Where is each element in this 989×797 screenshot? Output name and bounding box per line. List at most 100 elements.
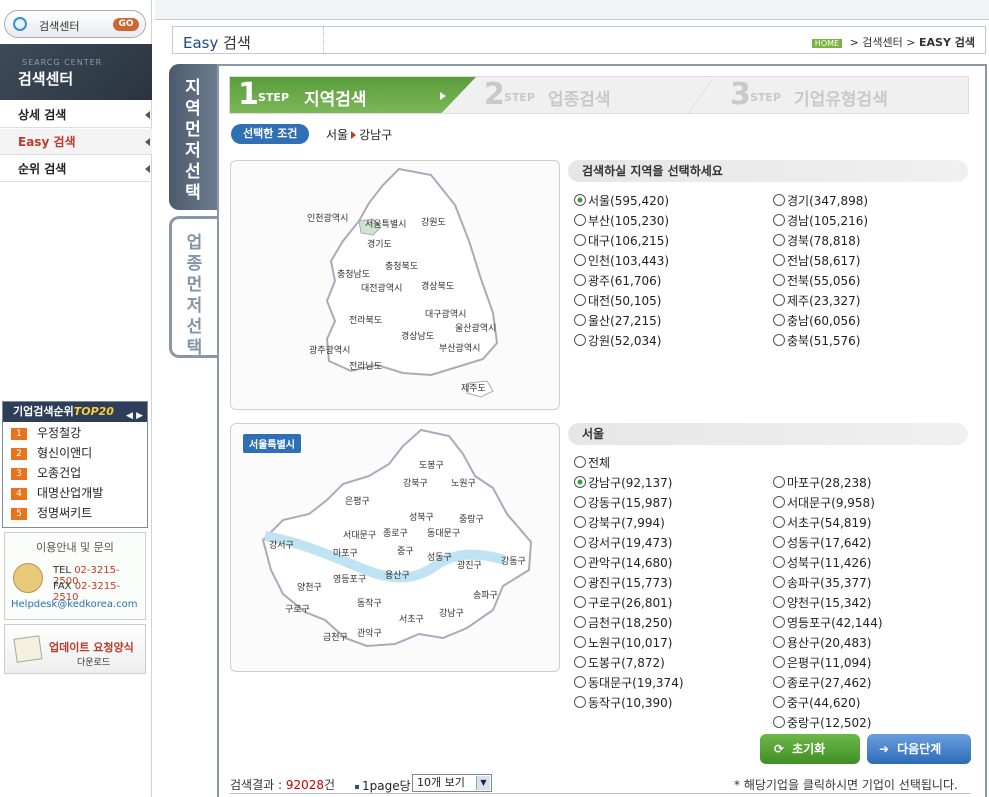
- map-label-jeju[interactable]: 제주도: [461, 381, 486, 394]
- search-center-button[interactable]: 검색센터 GO: [4, 10, 146, 38]
- map-label-seodaemun[interactable]: 서대문구: [343, 528, 376, 541]
- map-label-gangwon[interactable]: 강원도: [421, 215, 446, 228]
- map-label-mapo[interactable]: 마포구: [333, 546, 358, 559]
- district-radio[interactable]: 강북구(7,994): [574, 514, 665, 531]
- map-label-seocho[interactable]: 서초구: [399, 612, 424, 625]
- top20-item[interactable]: 2 형신이앤디: [11, 443, 92, 463]
- map-label-seongbuk[interactable]: 성북구: [409, 510, 434, 523]
- region-radio[interactable]: 강원(52,034): [574, 332, 661, 349]
- region-radio[interactable]: 충남(60,056): [773, 312, 860, 329]
- map-label-gyeonggi[interactable]: 경기도: [367, 237, 392, 250]
- map-label-chungbuk[interactable]: 충청북도: [385, 259, 418, 272]
- region-radio[interactable]: 대구(106,215): [574, 232, 669, 249]
- map-label-gwangjin[interactable]: 광진구: [457, 558, 482, 571]
- map-label-seoul[interactable]: 서울특별시: [365, 217, 406, 230]
- region-radio[interactable]: 경남(105,216): [773, 212, 868, 229]
- map-label-nowon[interactable]: 노원구: [451, 476, 476, 489]
- per-page-select[interactable]: 10개 보기 ▼: [412, 774, 492, 792]
- step-3[interactable]: 3 STEP 기업유형검색: [730, 77, 970, 113]
- step-2[interactable]: 2 STEP 업종검색: [484, 77, 684, 113]
- top20-item[interactable]: 1 우정철강: [11, 423, 81, 443]
- district-radio[interactable]: 동대문구(19,374): [574, 674, 684, 691]
- map-label-gwanak[interactable]: 관악구: [357, 626, 382, 639]
- region-radio[interactable]: 인천(103,443): [574, 252, 669, 269]
- district-radio[interactable]: 서초구(54,819): [773, 514, 871, 531]
- district-radio[interactable]: 도봉구(7,872): [574, 654, 665, 671]
- district-radio[interactable]: 광진구(15,773): [574, 574, 672, 591]
- district-radio[interactable]: 양천구(15,342): [773, 594, 871, 611]
- sidebar-item-rank-search[interactable]: 순위 검색: [0, 156, 152, 182]
- map-label-ulsan[interactable]: 울산광역시: [455, 321, 496, 334]
- district-radio[interactable]: 동작구(10,390): [574, 694, 672, 711]
- tab-region-first[interactable]: 지역먼저선택: [169, 64, 217, 210]
- district-radio[interactable]: 구로구(26,801): [574, 594, 672, 611]
- map-label-gangdong[interactable]: 강동구: [501, 554, 526, 567]
- region-radio[interactable]: 경기(347,898): [773, 192, 868, 209]
- map-label-seongdong[interactable]: 성동구: [427, 550, 452, 563]
- map-label-eunpyeong[interactable]: 은평구: [345, 494, 370, 507]
- helpdesk-email[interactable]: Helpdesk@kedkorea.com: [11, 599, 138, 610]
- district-radio[interactable]: 용산구(20,483): [773, 634, 871, 651]
- region-radio[interactable]: 광주(61,706): [574, 272, 661, 289]
- map-label-yongsan[interactable]: 용산구: [385, 568, 410, 581]
- step-1-active[interactable]: 1 STEP 지역검색: [230, 77, 476, 113]
- map-label-jung[interactable]: 중구: [397, 544, 414, 557]
- map-label-jungnang[interactable]: 중랑구: [459, 512, 484, 525]
- region-radio[interactable]: 전남(58,617): [773, 252, 860, 269]
- region-radio[interactable]: 제주(23,327): [773, 292, 860, 309]
- map-label-gyeongnam[interactable]: 경상남도: [401, 329, 434, 342]
- tab-industry-first[interactable]: 업종먼저선택: [169, 216, 217, 358]
- district-radio[interactable]: 노원구(10,017): [574, 634, 672, 651]
- district-radio[interactable]: 은평구(11,094): [773, 654, 871, 671]
- map-label-busan[interactable]: 부산광역시: [439, 341, 480, 354]
- map-label-dongdaemun[interactable]: 동대문구: [427, 526, 460, 539]
- district-radio-all[interactable]: 전체: [574, 454, 610, 471]
- map-label-gyeongbuk[interactable]: 경상북도: [421, 279, 454, 292]
- home-icon[interactable]: HOME: [811, 38, 843, 48]
- top20-item[interactable]: 5 정명써키트: [11, 503, 92, 523]
- map-label-gangbuk[interactable]: 강북구: [403, 476, 428, 489]
- map-label-jeonbuk[interactable]: 전라북도: [349, 313, 382, 326]
- map-label-jongno[interactable]: 종로구: [383, 526, 408, 539]
- district-radio[interactable]: 성북구(11,426): [773, 554, 871, 571]
- top20-item[interactable]: 3 오종건업: [11, 463, 81, 483]
- region-radio[interactable]: 대전(50,105): [574, 292, 661, 309]
- region-radio[interactable]: 울산(27,215): [574, 312, 661, 329]
- district-radio[interactable]: 관악구(14,680): [574, 554, 672, 571]
- map-label-incheon[interactable]: 인천광역시: [307, 211, 348, 224]
- district-radio[interactable]: 중구(44,620): [773, 694, 860, 711]
- region-radio[interactable]: 부산(105,230): [574, 212, 669, 229]
- sidebar-item-easy-search[interactable]: Easy 검색: [0, 129, 152, 155]
- map-label-daegu[interactable]: 대구광역시: [425, 307, 466, 320]
- region-radio[interactable]: 경북(78,818): [773, 232, 860, 249]
- top20-nav-arrows[interactable]: ◀ ▶: [126, 406, 143, 426]
- update-request-button[interactable]: 업데이트 요청양식 다운로드: [4, 624, 146, 674]
- district-radio[interactable]: 서대문구(9,958): [773, 494, 875, 511]
- next-step-button[interactable]: ➜ 다음단계: [867, 734, 971, 764]
- map-label-daejeon[interactable]: 대전광역시: [361, 281, 402, 294]
- map-label-yeongdeungpo[interactable]: 영등포구: [333, 572, 366, 585]
- top20-item[interactable]: 4 대명산업개발: [11, 483, 103, 503]
- district-radio[interactable]: 성동구(17,642): [773, 534, 871, 551]
- district-radio[interactable]: 강서구(19,473): [574, 534, 672, 551]
- region-radio[interactable]: 충북(51,576): [773, 332, 860, 349]
- sidebar-item-detail-search[interactable]: 상세 검색: [0, 102, 152, 128]
- map-label-geumcheon[interactable]: 금천구: [323, 630, 348, 643]
- map-label-chungnam[interactable]: 충청남도: [337, 267, 370, 280]
- seoul-map[interactable]: 서울특별시 도봉구 강북구 노원구 은평구 성북구 중랑구 서대문구 종로구 동…: [230, 423, 560, 672]
- map-label-gangnam[interactable]: 강남구: [439, 606, 464, 619]
- district-radio[interactable]: 영등포구(42,144): [773, 614, 883, 631]
- region-radio[interactable]: 전북(55,056): [773, 272, 860, 289]
- map-label-guro[interactable]: 구로구: [285, 602, 310, 615]
- region-radio[interactable]: 서울(595,420): [574, 192, 669, 209]
- map-label-yangcheon[interactable]: 양천구: [297, 580, 322, 593]
- district-radio[interactable]: 금천구(18,250): [574, 614, 672, 631]
- breadcrumb-item[interactable]: 검색센터: [862, 36, 902, 49]
- map-label-dongjak[interactable]: 동작구: [357, 596, 382, 609]
- map-label-dobong[interactable]: 도봉구: [419, 458, 444, 471]
- district-radio[interactable]: 종로구(27,462): [773, 674, 871, 691]
- district-radio[interactable]: 강남구(92,137): [574, 474, 672, 491]
- map-label-songpa[interactable]: 송파구: [473, 588, 498, 601]
- reset-button[interactable]: ⟳ 초기화: [760, 734, 860, 764]
- map-label-gangseo[interactable]: 강서구: [269, 538, 294, 551]
